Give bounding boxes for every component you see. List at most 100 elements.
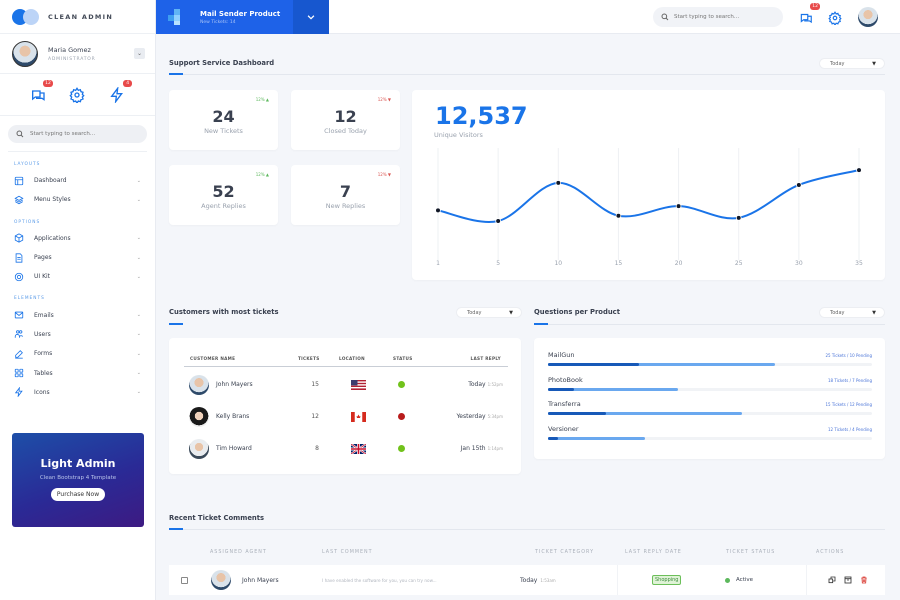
progress-pending <box>548 437 558 440</box>
data-point <box>856 167 862 173</box>
box-icon <box>14 233 24 243</box>
sidebar-item-applications[interactable]: Applications ⌄ <box>0 229 155 248</box>
avatar <box>189 375 209 395</box>
chevron-down-icon: ⌄ <box>136 254 141 261</box>
stat-label: Closed Today <box>324 127 367 135</box>
table-row[interactable]: John Mayers 15 Today 1:52pm <box>169 371 521 403</box>
x-tick-label: 30 <box>795 260 803 267</box>
archive-icon[interactable] <box>844 576 852 584</box>
period-value: Today <box>830 309 845 316</box>
sidebar-item-icons[interactable]: Icons ⌄ <box>0 383 155 402</box>
chevron-down-icon: ⌄ <box>136 196 141 203</box>
sidebar-item-label: Menu Styles <box>34 196 71 204</box>
x-tick-label: 15 <box>615 260 623 267</box>
avatar <box>211 570 231 590</box>
data-point <box>495 218 501 224</box>
promo-banner: Light Admin Clean Bootstrap 4 Template P… <box>12 433 144 527</box>
promo-subtitle: Clean Bootstrap 4 Template <box>39 475 117 481</box>
stat-value: 12 <box>334 107 357 126</box>
nav-section-layouts: LAYOUTS <box>14 162 41 167</box>
sidebar-item-label: Forms <box>34 350 53 358</box>
product-stats[interactable]: 18 Tickets / 7 Pending <box>828 378 872 383</box>
sidebar-item-emails[interactable]: Emails ⌄ <box>0 305 155 324</box>
chevron-down-icon: ⌄ <box>136 350 141 357</box>
nav-section-elements: ELEMENTS <box>14 296 45 302</box>
sidebar-item-ui-kit[interactable]: UI Kit ⌄ <box>0 267 155 286</box>
product-stats[interactable]: 15 Tickets / 12 Pending <box>825 402 872 407</box>
sidebar-item-label: Users <box>34 330 51 338</box>
caret-down-icon: ▼ <box>872 60 876 67</box>
column-header: LAST REPLY DATE <box>625 550 682 555</box>
products-period-select[interactable]: Today ▼ <box>819 307 885 318</box>
product-row: MailGun 25 Tickets / 10 Pending <box>548 351 872 376</box>
x-tick-label: 25 <box>735 260 743 267</box>
sidebar-search-input[interactable] <box>30 131 140 137</box>
sidebar-item-label: Dashboard <box>34 177 67 185</box>
sidebar-item-users[interactable]: Users ⌄ <box>0 325 155 344</box>
mail-icon <box>14 311 24 319</box>
user-profile: Maria Gomez ADMINISTRATOR ⌄ <box>0 34 155 74</box>
sidebar-item-label: Icons <box>34 388 50 396</box>
sidebar-item-pages[interactable]: Pages ⌄ <box>0 248 155 267</box>
avatar <box>189 407 209 427</box>
messages-button[interactable]: 12 <box>799 3 820 24</box>
sidebar-item-forms[interactable]: Forms ⌄ <box>0 344 155 363</box>
user-role: ADMINISTRATOR <box>48 56 96 62</box>
table-row[interactable]: Kelly Brans 12 Yesterday 5:34pm <box>169 403 521 435</box>
period-select[interactable]: Today ▼ <box>819 58 885 69</box>
lifebuoy-icon <box>14 272 24 281</box>
status-dot <box>725 577 730 583</box>
customer-name: Kelly Brans <box>216 413 250 420</box>
ticket-count: 15 <box>311 381 319 388</box>
status-online <box>398 445 405 452</box>
data-point <box>675 203 682 209</box>
chevron-down-icon: ⌄ <box>136 177 141 184</box>
customer-name: Tim Howard <box>216 445 252 452</box>
messages-button[interactable]: 12 <box>30 79 53 103</box>
avatar[interactable] <box>858 7 878 27</box>
product-dropdown-button[interactable] <box>293 0 329 34</box>
table-row: John Mayers I have enabled the software … <box>169 565 885 595</box>
product-selector[interactable]: Mail Sender Product New Tickets: 14 <box>156 0 329 34</box>
column-header: TICKET STATUS <box>726 550 776 555</box>
stat-card-agent-replies: 12% ▲ 52 Agent Replies <box>169 165 278 225</box>
purchase-button[interactable]: Purchase Now <box>50 488 106 501</box>
product-stats[interactable]: 12 Tickets / 4 Pending <box>828 427 872 432</box>
trash-icon[interactable] <box>860 576 868 584</box>
stat-card-new-replies: 12% ▼ 7 New Replies <box>291 165 400 225</box>
avatar[interactable] <box>12 40 38 67</box>
last-reply: Today 1:52pm <box>468 381 503 388</box>
period-value: Today <box>830 60 845 67</box>
customers-period-select[interactable]: Today ▼ <box>456 307 522 318</box>
sidebar-item-label: Pages <box>34 254 52 262</box>
ticket-status: Active <box>736 577 754 583</box>
sidebar-item-menu-styles[interactable]: Menu Styles ⌄ <box>0 190 155 209</box>
row-checkbox[interactable] <box>181 576 188 584</box>
column-header: LAST COMMENT <box>322 550 373 555</box>
settings-button[interactable] <box>828 10 842 27</box>
sidebar-item-tables[interactable]: Tables ⌄ <box>0 363 155 382</box>
user-menu-toggle[interactable]: ⌄ <box>134 48 145 59</box>
ticket-count: 8 <box>315 445 319 452</box>
sidebar-item-dashboard[interactable]: Dashboard ⌄ <box>0 171 155 190</box>
sidebar-search[interactable] <box>8 125 147 143</box>
settings-button[interactable] <box>69 86 86 104</box>
search-icon <box>661 13 669 21</box>
chevron-down-icon: ⌄ <box>136 389 141 396</box>
table-row[interactable]: Tim Howard 8 Jan 15th 1:14pm <box>169 435 521 467</box>
product-name: Transferra <box>548 400 581 408</box>
top-search-input[interactable] <box>674 14 774 20</box>
sidebar: CLEAN ADMIN Maria Gomez ADMINISTRATOR ⌄ … <box>0 0 156 600</box>
data-point <box>615 212 622 219</box>
product-stats[interactable]: 25 Tickets / 10 Pending <box>825 353 872 358</box>
activity-button[interactable]: 4 <box>109 79 133 104</box>
brand-logo[interactable]: CLEAN ADMIN <box>0 0 155 34</box>
copy-icon[interactable] <box>828 576 836 584</box>
top-search[interactable] <box>653 7 783 27</box>
product-row: PhotoBook 18 Tickets / 7 Pending <box>548 376 872 401</box>
visitors-line-chart: 1 5 10 15 20 25 30 35 <box>435 148 863 267</box>
divider <box>169 529 885 530</box>
column-header: TICKET CATEGORY <box>535 550 594 555</box>
category-tag: Shopping <box>652 575 682 585</box>
last-reply: Yesterday 5:34pm <box>456 413 503 420</box>
